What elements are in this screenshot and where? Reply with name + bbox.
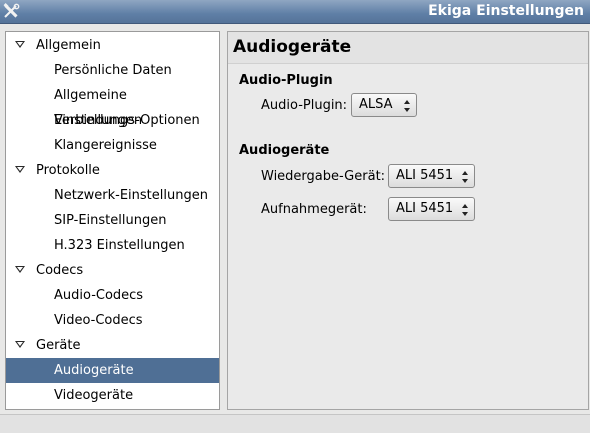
expander-down-icon[interactable] (15, 41, 25, 48)
audio-plugin-value: ALSA (359, 97, 393, 112)
panel-header: Audiogeräte (228, 32, 588, 64)
tree-item-klangereignisse[interactable]: Klangereignisse (6, 133, 219, 158)
record-device-label: Aufnahmegerät: (261, 202, 367, 217)
tree-item-verbindungs-optionen[interactable]: Verbindungs-Optionen (6, 108, 219, 133)
tree-item-label: Klangereignisse (54, 138, 157, 153)
tree-item-videogeraete[interactable]: Videogeräte (6, 383, 219, 408)
settings-panel: Audiogeräte Audio-Plugin Audio-Plugin: A… (227, 31, 589, 410)
tree-item-video-codecs[interactable]: Video-Codecs (6, 308, 219, 333)
tree-group-protokolle[interactable]: Protokolle (6, 158, 219, 183)
playback-device-value: ALI 5451 (396, 168, 454, 183)
expander-down-icon[interactable] (15, 341, 25, 348)
tree-item-label: Verbindungs-Optionen (54, 113, 200, 128)
title-bar: Ekiga Einstellungen (0, 0, 590, 24)
tools-icon[interactable] (3, 3, 20, 20)
tree-group-codecs[interactable]: Codecs (6, 258, 219, 283)
spin-arrows-icon (404, 100, 410, 112)
section-heading-audio-plugin: Audio-Plugin (239, 73, 333, 88)
section-heading-audiogeraete: Audiogeräte (239, 143, 330, 158)
dialog-bottom-area (0, 414, 590, 433)
tree-group-allgemein[interactable]: Allgemein (6, 33, 219, 58)
tree-item-persoenliche-daten[interactable]: Persönliche Daten (6, 58, 219, 83)
tree-item-label: SIP-Einstellungen (54, 213, 167, 228)
spin-arrows-icon (462, 204, 468, 216)
expander-down-icon[interactable] (15, 266, 25, 273)
tree-item-label: Audio-Codecs (54, 288, 144, 303)
playback-device-select[interactable]: ALI 5451 (388, 164, 475, 188)
tree-group-geraete[interactable]: Geräte (6, 333, 219, 358)
tree-item-netzwerk-einstellungen[interactable]: Netzwerk-Einstellungen (6, 183, 219, 208)
tree-item-audio-codecs[interactable]: Audio-Codecs (6, 283, 219, 308)
tree-item-label: Audiogeräte (54, 363, 134, 378)
settings-tree[interactable]: Allgemein Persönliche Daten Allgemeine E… (5, 31, 220, 410)
spin-arrows-icon (462, 171, 468, 183)
tree-item-audiogeraete[interactable]: Audiogeräte (6, 358, 219, 383)
expander-down-icon[interactable] (15, 166, 25, 173)
tree-group-label: Allgemein (36, 38, 101, 53)
record-device-select[interactable]: ALI 5451 (388, 197, 475, 221)
audio-plugin-select[interactable]: ALSA (351, 93, 417, 117)
tree-group-label: Codecs (36, 263, 84, 278)
tree-group-label: Protokolle (36, 163, 100, 178)
tree-group-label: Geräte (36, 338, 81, 353)
record-device-value: ALI 5451 (396, 201, 454, 216)
tree-item-label: H.323 Einstellungen (54, 238, 185, 253)
playback-device-label: Wiedergabe-Gerät: (261, 169, 386, 184)
audio-plugin-label: Audio-Plugin: (261, 98, 348, 113)
tree-item-allgemeine-einstellungen[interactable]: Allgemeine Einstellungen (6, 83, 219, 128)
tree-item-sip-einstellungen[interactable]: SIP-Einstellungen (6, 208, 219, 233)
tree-item-label: Video-Codecs (54, 313, 143, 328)
window-title: Ekiga Einstellungen (428, 3, 584, 19)
tree-item-label: Netzwerk-Einstellungen (54, 188, 208, 203)
tree-item-label: Videogeräte (54, 388, 134, 403)
tree-item-h323-einstellungen[interactable]: H.323 Einstellungen (6, 233, 219, 258)
panel-title: Audiogeräte (233, 37, 352, 57)
tree-item-label: Persönliche Daten (54, 63, 172, 78)
